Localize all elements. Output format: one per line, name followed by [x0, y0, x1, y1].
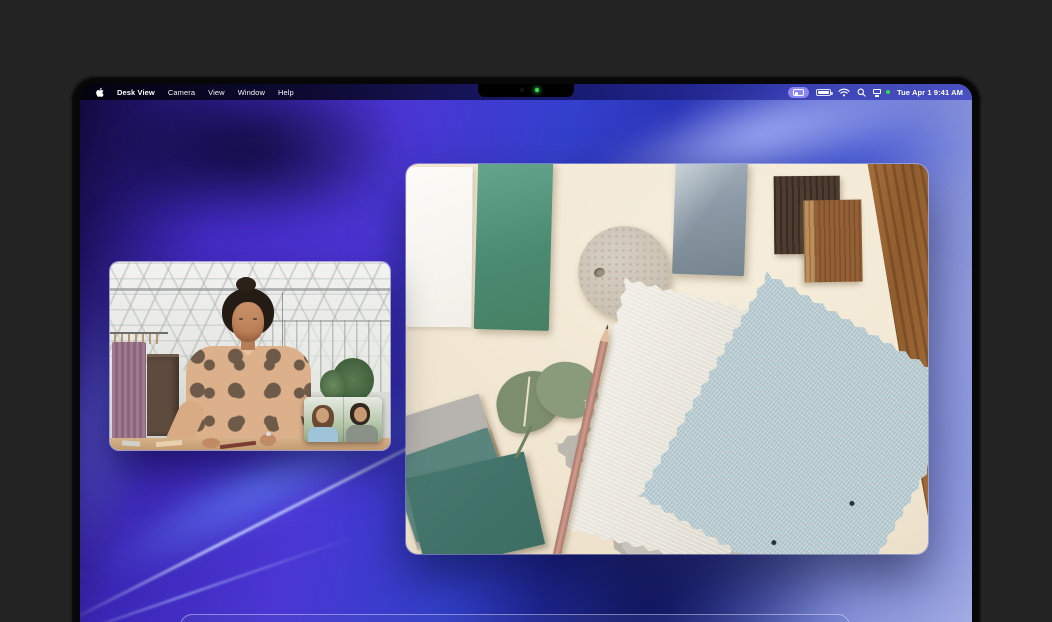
green-ceramic-tile [474, 164, 553, 331]
status-green-dot [886, 90, 890, 94]
plant [320, 370, 346, 400]
presenter-ring [266, 432, 271, 436]
menu-bar-clock[interactable]: Tue Apr 1 9:41 AM [897, 88, 963, 97]
swatch-grommet [849, 500, 856, 507]
pencil-tip [600, 323, 612, 342]
menu-camera[interactable]: Camera [168, 88, 195, 97]
marketing-canvas: Desk View Camera View Window Help [0, 0, 1052, 622]
participants-pip[interactable] [304, 397, 382, 442]
swatch-grommet [771, 539, 778, 546]
participant-woman-shirt [308, 427, 338, 442]
search-icon[interactable] [857, 88, 866, 97]
desk-view-window[interactable] [406, 164, 928, 554]
menu-view[interactable]: View [208, 88, 225, 97]
menu-window[interactable]: Window [238, 88, 265, 97]
macbook-frame: Desk View Camera View Window Help [70, 75, 982, 622]
battery-full-icon[interactable] [816, 89, 831, 96]
participant-man-shirt [346, 425, 378, 442]
presenter-face [232, 302, 264, 342]
display-user-icon[interactable] [873, 88, 882, 97]
hanging-garment [112, 342, 146, 446]
camera-lens [520, 88, 524, 92]
walnut-wood-sample [803, 200, 862, 283]
apple-logo-icon[interactable] [95, 87, 104, 98]
camera-active-indicator [535, 88, 539, 92]
white-paper [406, 167, 473, 328]
felt-disc-hole [593, 266, 606, 278]
presenter-hand [202, 438, 220, 448]
menu-bar-left: Desk View Camera View Window Help [80, 87, 294, 98]
pip-divider [343, 397, 344, 442]
desk-view-screen-icon [793, 89, 804, 96]
presenter-hair-bun [236, 277, 256, 292]
participant-man-face [354, 407, 367, 422]
macbook-screen: Desk View Camera View Window Help [80, 84, 972, 622]
wifi-icon[interactable] [838, 88, 850, 97]
partial-window-top-edge[interactable] [180, 614, 850, 622]
participant-woman-face [316, 408, 329, 423]
active-app-menu[interactable]: Desk View [117, 88, 155, 97]
blue-gray-tile [672, 164, 748, 276]
menu-bar-status: Tue Apr 1 9:41 AM [788, 87, 972, 98]
screen-share-pill-icon[interactable] [788, 87, 809, 98]
camera-notch [478, 84, 574, 97]
facetime-call-window[interactable] [110, 262, 390, 450]
menu-help[interactable]: Help [278, 88, 294, 97]
